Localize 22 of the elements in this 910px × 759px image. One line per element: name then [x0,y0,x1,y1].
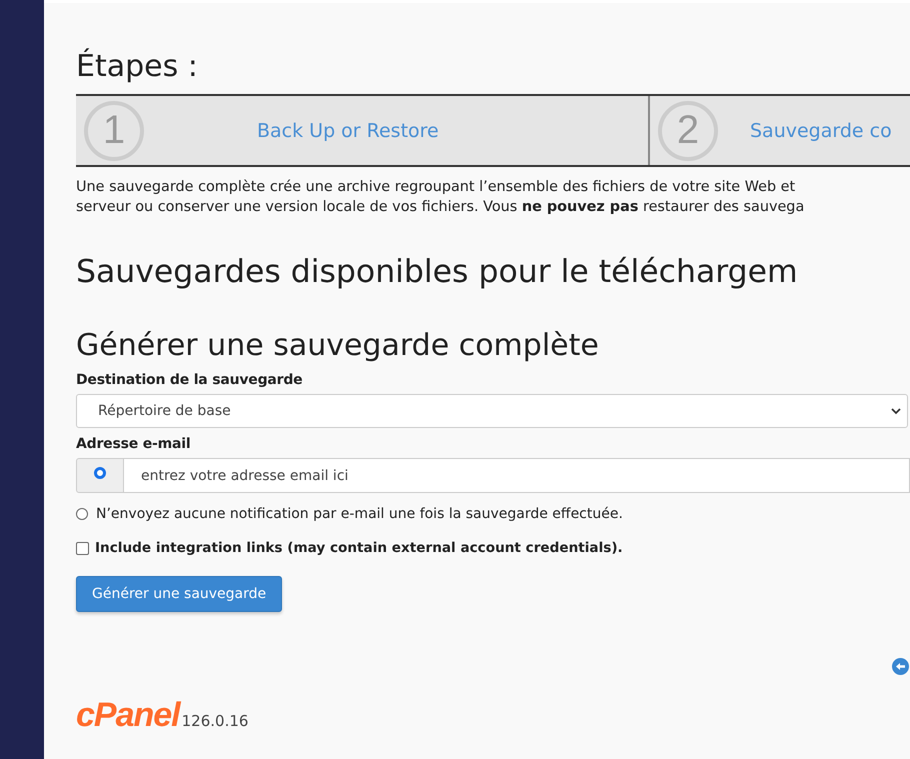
collapse-icon[interactable] [892,658,909,675]
radio-button[interactable] [94,466,106,478]
step-tab[interactable]: 1 Back Up or Restore [76,96,650,165]
radio-label: N’envoyez aucune notification par e-mail une fois la sauvegarde effectuée. [96,506,623,522]
step-number: 1 [84,100,144,160]
version-text: 126.0.16 [182,712,248,730]
step-tab[interactable]: 2 Sauvegarde co [650,96,910,165]
destination-select[interactable]: Répertoire de base [76,394,908,428]
field-label: Adresse e-mail [76,436,192,452]
intro-paragraph: Une sauvegarde complète crée une archive regroupant l’ensemble des fichiers de votre site Web et serveur ou conserver une version locale de vos fichiers. Vous ne pouvez pas restaurer des sauvega [76,178,806,217]
page-heading: Étapes : [76,49,199,85]
checkbox[interactable] [76,542,89,554]
step-number: 2 [658,100,718,160]
radio-button[interactable] [76,508,88,520]
checkbox-label: Include integration links (may contain external account credentials). [95,540,623,556]
field-label: Destination de la sauvegarde [76,372,304,388]
cpanel-logo: cPanel [76,700,180,730]
generate-backup-button[interactable]: Générer une sauvegarde [76,576,282,612]
chevron-icon [891,408,901,414]
email-input-field[interactable]: entrez votre adresse email ici [124,458,910,493]
section-heading: Générer une sauvegarde complète [76,328,600,364]
section-heading: Sauvegardes disponibles pour le téléchargem [76,254,799,290]
